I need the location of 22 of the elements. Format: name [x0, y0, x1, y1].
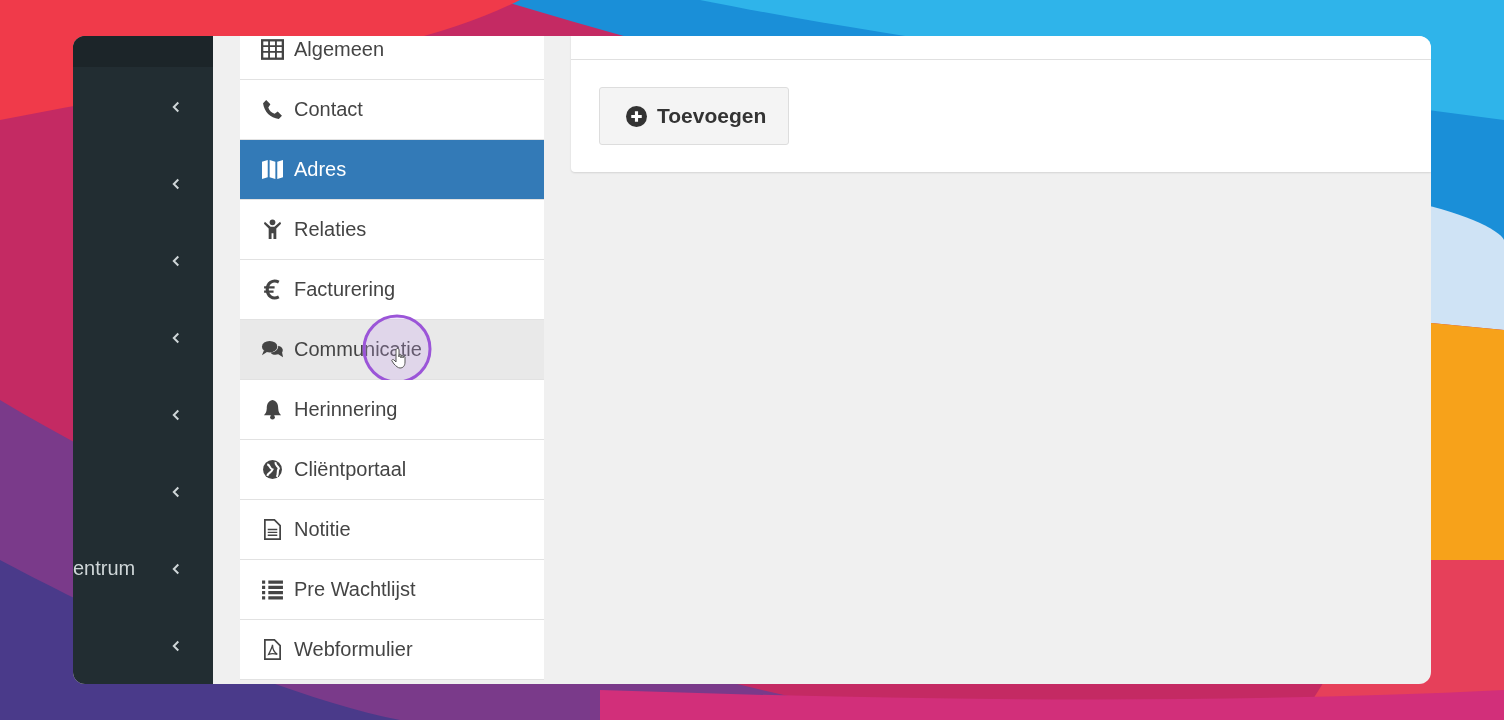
list-icon	[261, 579, 284, 600]
phone-icon	[261, 99, 284, 120]
chat-icon	[261, 339, 284, 360]
chevron-left-icon[interactable]	[172, 561, 181, 576]
menu-item[interactable]: Algemeen	[240, 36, 544, 80]
person-icon	[261, 219, 284, 240]
chevron-left-icon[interactable]	[172, 638, 181, 653]
pdf-document-icon	[261, 639, 284, 660]
map-icon	[261, 159, 284, 180]
menu-item[interactable]: Herinnering	[240, 380, 544, 440]
chevron-left-icon[interactable]	[172, 330, 181, 345]
menu-item[interactable]: Adres	[240, 140, 544, 200]
chevron-left-icon[interactable]	[172, 99, 181, 114]
add-button[interactable]: Toevoegen	[599, 87, 790, 145]
chevron-left-icon[interactable]	[172, 176, 181, 191]
chevron-left-icon[interactable]	[172, 484, 181, 499]
sidebar-label[interactable]: entrum	[73, 557, 136, 580]
chevron-left-icon[interactable]	[172, 407, 181, 422]
table-icon	[261, 39, 284, 60]
document-icon	[261, 519, 284, 540]
chevron-left-icon[interactable]	[172, 253, 181, 268]
plus-circle-icon	[626, 105, 647, 127]
